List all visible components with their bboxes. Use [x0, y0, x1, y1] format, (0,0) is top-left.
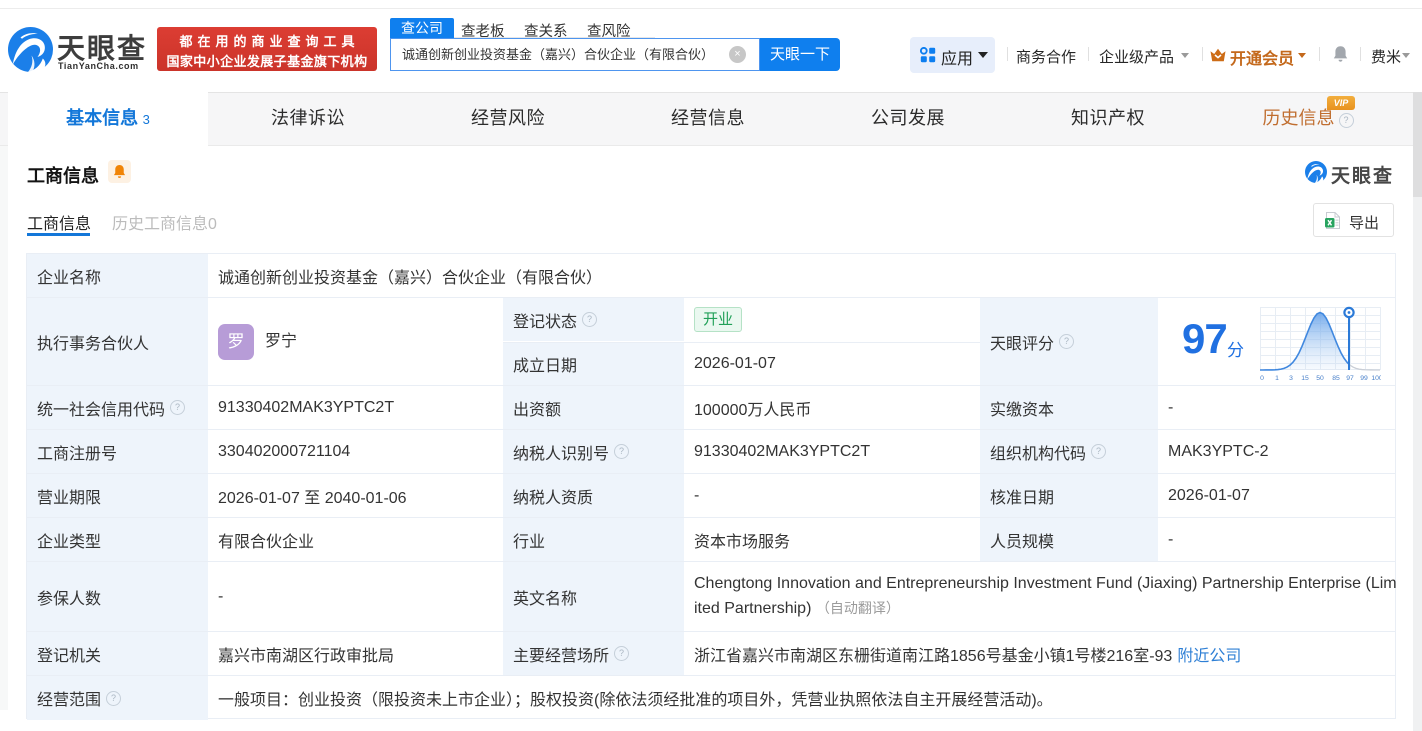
- svg-text:0: 0: [1260, 375, 1264, 382]
- svg-text:99: 99: [1360, 375, 1368, 382]
- svg-text:3: 3: [1289, 375, 1293, 382]
- svg-text:97: 97: [1346, 375, 1354, 382]
- svg-text:50: 50: [1316, 375, 1324, 382]
- svg-text:100: 100: [1371, 375, 1381, 382]
- svg-text:15: 15: [1301, 375, 1309, 382]
- svg-text:85: 85: [1332, 375, 1340, 382]
- svg-text:1: 1: [1275, 375, 1279, 382]
